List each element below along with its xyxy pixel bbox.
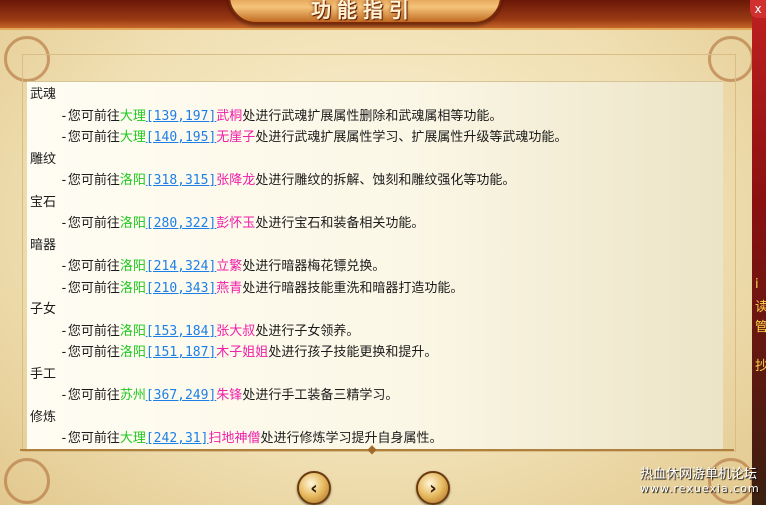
npc-name[interactable]: 张降龙 [216,173,255,188]
city-name: 洛阳 [119,173,146,188]
entry-description: 处进行宝石和装备相关功能。 [255,216,425,231]
side-text: i [755,277,759,292]
entry-description: 处进行武魂扩展属性删除和武魂属相等功能。 [242,108,503,124]
corner-ornament [4,458,50,504]
coordinate-link[interactable]: [151,187] [146,345,216,360]
city-name: 洛阳 [119,216,146,231]
city-name: 苏州 [119,388,146,403]
npc-name[interactable]: 朱锋 [216,388,242,403]
category-heading: 雕纹 [30,151,57,167]
npc-name[interactable]: 燕青 [216,281,242,296]
entry-prefix: -您可前往 [60,130,120,145]
side-text: 读 [755,300,766,315]
category-heading: 修炼 [30,409,57,425]
entry-description: 处进行手工装备三精学习。 [242,388,399,403]
npc-name[interactable]: 彭怀玉 [216,216,255,231]
guide-entry: -您可前往洛阳[153,184]张大叔处进行子女领养。 [30,321,730,343]
city-name: 大理 [119,431,146,446]
category-heading: 子女 [30,302,57,317]
arrow-left-icon: ‹ [310,477,318,499]
guide-entry: -您可前往苏州[367,249]朱锋处进行手工装备三精学习。 [30,385,730,407]
npc-name[interactable]: 立繁 [216,259,242,274]
divider-ornament: ◆ [367,442,377,456]
watermark: 热血休网游单机论坛 www.rexuexia.com [640,468,766,496]
window-title: 功能指引 [311,0,415,22]
city-name: 洛阳 [119,345,146,360]
side-decoration [752,0,766,505]
guide-entry: -您可前往洛阳[214,324]立繁处进行暗器梅花镖兑换。 [30,256,730,278]
entry-description: 处进行雕纹的拆解、蚀刻和雕纹强化等功能。 [255,173,516,188]
guide-entry: -您可前往大理[140,195]无崖子处进行武魂扩展属性学习、扩展属性升级等武魂… [30,127,730,149]
entry-description: 处进行子女领养。 [255,323,360,339]
coordinate-link[interactable]: [242,31] [146,431,209,446]
entry-prefix: -您可前往 [60,388,120,403]
close-button[interactable]: x [750,0,766,18]
npc-name[interactable]: 张大叔 [216,324,255,339]
city-name: 洛阳 [119,323,146,339]
side-text: 抄 [755,359,766,374]
city-name: 大理 [119,130,146,145]
guide-entry: -您可前往洛阳[280,322]彭怀玉处进行宝石和装备相关功能。 [30,213,730,235]
entry-prefix: -您可前往 [60,345,120,360]
entry-description: 处进行修炼学习提升自身属性。 [260,431,443,446]
npc-name[interactable]: 扫地神僧 [208,431,260,446]
coordinate-link[interactable]: [214,324] [146,259,216,274]
arrow-right-icon: › [429,477,437,499]
city-name: 洛阳 [119,280,146,296]
entry-description: 处进行孩子技能更换和提升。 [268,345,438,360]
coordinate-link[interactable]: [139,197] [146,109,216,124]
prev-page-button[interactable]: ‹ [297,471,331,505]
city-name: 大理 [119,108,146,124]
coordinate-link[interactable]: [210,343] [146,281,216,296]
guide-entry: -您可前往大理[139,197]武桐处进行武魂扩展属性删除和武魂属相等功能。 [30,106,730,128]
coordinate-link[interactable]: [140,195] [146,130,216,145]
npc-name[interactable]: 无崖子 [216,130,255,145]
coordinate-link[interactable]: [153,184] [146,324,216,339]
guide-entry: -您可前往洛阳[210,343]燕青处进行暗器技能重洗和暗器打造功能。 [30,278,730,300]
category-heading: 武魂 [30,87,57,102]
guide-entry: -您可前往洛阳[151,187]木子姐姐处进行孩子技能更换和提升。 [30,342,730,364]
watermark-url: www.rexuexia.com [640,482,760,495]
guide-entry: -您可前往大理[242,31]扫地神僧处进行修炼学习提升自身属性。 [30,428,730,450]
category-heading: 手工 [30,366,57,382]
entry-description: 处进行暗器梅花镖兑换。 [242,259,386,274]
npc-name[interactable]: 木子姐姐 [216,345,268,360]
city-name: 洛阳 [119,259,146,274]
entry-prefix: -您可前往 [60,173,120,188]
coordinate-link[interactable]: [367,249] [146,388,216,403]
entry-description: 处进行武魂扩展属性学习、扩展属性升级等武魂功能。 [255,130,568,145]
npc-name[interactable]: 武桐 [216,109,242,124]
guide-entry: -您可前往洛阳[318,315]张降龙处进行雕纹的拆解、蚀刻和雕纹强化等功能。 [30,170,730,192]
category-heading: 宝石 [30,194,57,210]
entry-prefix: -您可前往 [60,108,120,124]
coordinate-link[interactable]: [318,315] [146,173,216,188]
coordinate-link[interactable]: [280,322] [146,216,216,231]
side-text: 管 [755,320,766,335]
entry-prefix: -您可前往 [60,280,120,296]
entry-prefix: -您可前往 [60,216,120,231]
watermark-title: 热血休网游单机论坛 [640,467,758,482]
next-page-button[interactable]: › [416,471,450,505]
guide-list: 武魂 -您可前往大理[139,197]武桐处进行武魂扩展属性删除和武魂属相等功能。… [30,84,730,450]
entry-prefix: -您可前往 [60,431,120,446]
entry-prefix: -您可前往 [60,323,120,339]
entry-prefix: -您可前往 [60,259,120,274]
entry-description: 处进行暗器技能重洗和暗器打造功能。 [242,280,464,296]
close-icon: x [754,2,762,16]
category-heading: 暗器 [30,237,57,253]
